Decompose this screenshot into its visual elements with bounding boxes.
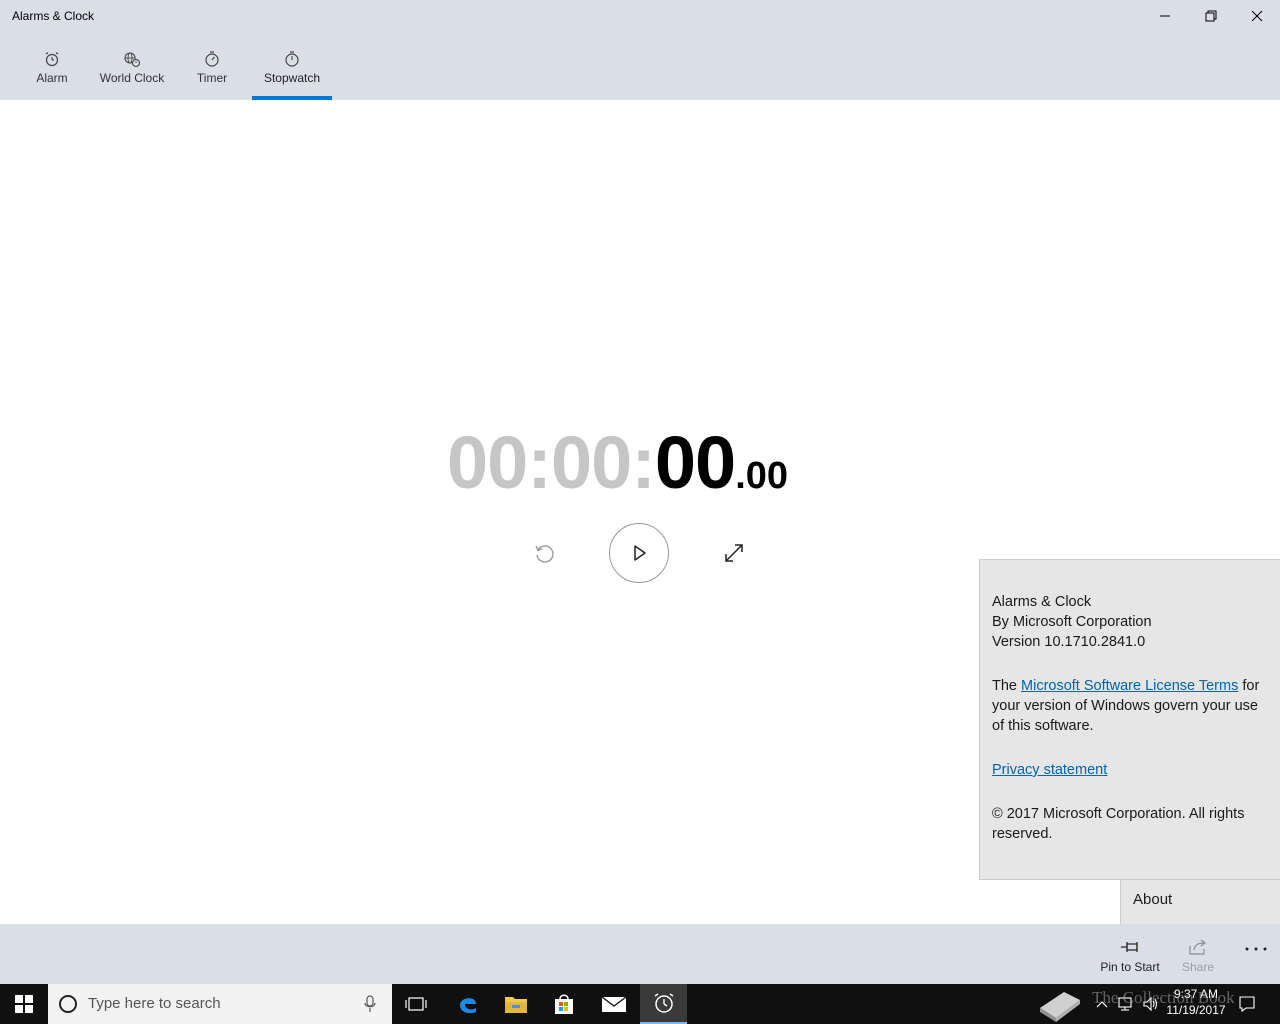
task-view-icon [405, 997, 427, 1011]
expand-icon [725, 544, 743, 562]
license-terms-link[interactable]: Microsoft Software License Terms [1021, 678, 1238, 694]
mail-icon [601, 996, 627, 1012]
world-clock-icon [123, 50, 141, 68]
store-taskbar-button[interactable] [544, 984, 584, 1024]
more-icon [1245, 947, 1267, 951]
store-icon [555, 994, 573, 1014]
play-button[interactable] [609, 523, 669, 583]
share-label: Share [1181, 960, 1215, 974]
start-button[interactable] [0, 984, 48, 1024]
about-flyout: Alarms & Clock By Microsoft Corporation … [979, 559, 1280, 880]
about-app-name: Alarms & Clock [992, 594, 1092, 610]
share-icon [1187, 936, 1209, 958]
stopwatch-icon [283, 50, 301, 68]
mail-taskbar-button[interactable] [592, 984, 636, 1024]
book-watermark-icon [1032, 984, 1088, 1024]
title-bar: Alarms & Clock [0, 0, 1280, 32]
stopwatch-fraction: .00 [735, 455, 789, 497]
action-center-button[interactable] [1234, 984, 1260, 1024]
command-bar: Pin to Start Share [0, 924, 1280, 984]
window-title: Alarms & Clock [12, 9, 95, 23]
license-prefix: The [992, 678, 1022, 694]
tab-stopwatch[interactable]: Stopwatch [252, 32, 332, 100]
alarm-clock-icon [43, 50, 61, 68]
file-explorer-taskbar-button[interactable] [496, 984, 536, 1024]
windows-icon [15, 995, 33, 1013]
about-menu-item[interactable]: About [1120, 880, 1280, 924]
stopwatch-hours: 00: [447, 421, 552, 504]
restore-button[interactable] [1188, 0, 1234, 32]
edge-taskbar-button[interactable] [448, 984, 488, 1024]
close-button[interactable] [1234, 0, 1280, 32]
timer-icon [203, 50, 221, 68]
tab-timer-label: Timer [196, 71, 228, 85]
pin-to-start-label: Pin to Start [1100, 960, 1160, 974]
search-placeholder: Type here to search [88, 995, 221, 1012]
minimize-icon [1160, 15, 1170, 17]
play-icon [634, 545, 646, 561]
tab-timer[interactable]: Timer [192, 32, 232, 100]
folder-icon [505, 997, 527, 1013]
minimize-button[interactable] [1142, 0, 1188, 32]
stopwatch-minutes: 00: [550, 421, 656, 504]
tab-alarm[interactable]: Alarm [30, 32, 74, 100]
microphone-icon [364, 995, 376, 1012]
alarm-clock-taskbar-icon [654, 993, 673, 1013]
stopwatch-display: 00:00:00.00 [447, 420, 867, 510]
task-view-button[interactable] [396, 984, 436, 1024]
tab-world-clock-label: World Clock [99, 71, 165, 85]
stopwatch-seconds: 00 [654, 421, 736, 504]
taskbar-search-box[interactable]: Type here to search [48, 984, 392, 1024]
close-icon [1251, 10, 1263, 22]
expand-button[interactable] [720, 539, 748, 567]
active-tab-indicator [252, 96, 332, 100]
more-options-button[interactable] [1236, 924, 1276, 974]
copyright-text: © 2017 Microsoft Corporation. All rights… [992, 806, 1245, 842]
nav-bar: Alarm World Clock Timer Stopwatch [0, 32, 1280, 100]
cortana-icon [59, 995, 77, 1013]
tab-world-clock[interactable]: World Clock [96, 32, 168, 100]
reset-button[interactable] [530, 539, 558, 567]
restore-icon [1205, 10, 1217, 22]
taskbar: Type here to search 9:37 AM 11/19/2017 [0, 984, 1280, 1024]
about-publisher: By Microsoft Corporation [992, 614, 1152, 630]
edge-icon [460, 998, 476, 1014]
reset-icon [535, 545, 554, 563]
notification-icon [1239, 996, 1255, 1013]
pin-icon [1119, 936, 1141, 958]
watermark-text: The Collection Book [1092, 988, 1235, 1007]
tab-stopwatch-label: Stopwatch [263, 71, 321, 85]
privacy-statement-link[interactable]: Privacy statement [992, 762, 1107, 778]
share-button[interactable]: Share [1176, 924, 1220, 984]
tab-alarm-label: Alarm [36, 71, 68, 85]
about-menu-label: About [1133, 891, 1173, 908]
alarms-clock-taskbar-button[interactable] [640, 984, 687, 1024]
about-version: Version 10.1710.2841.0 [992, 634, 1146, 650]
pin-to-start-button[interactable]: Pin to Start [1098, 924, 1162, 984]
